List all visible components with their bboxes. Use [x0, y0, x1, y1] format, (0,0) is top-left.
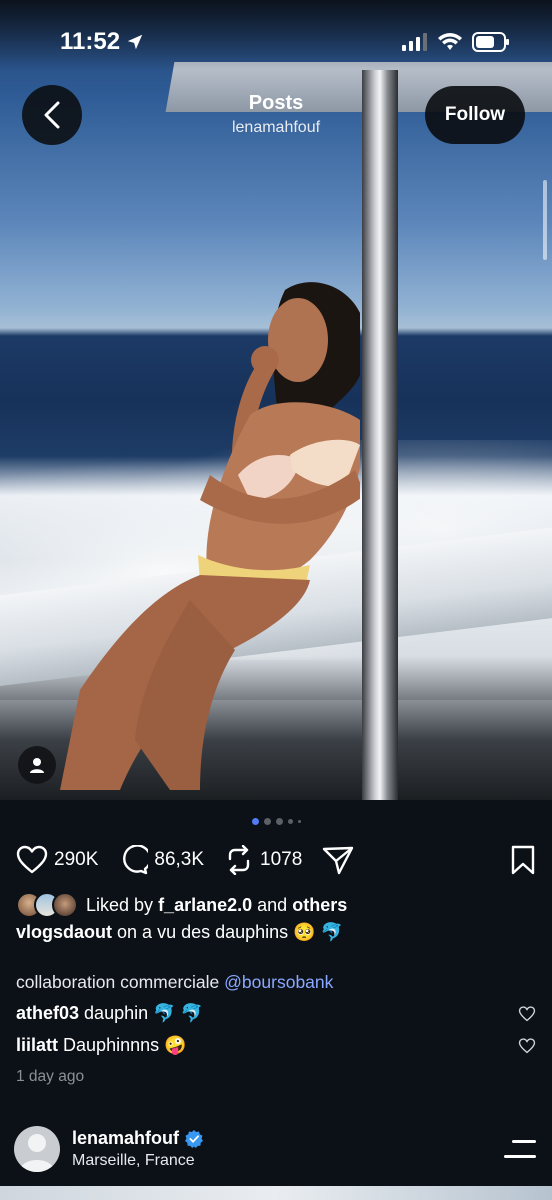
carousel-dots	[0, 818, 552, 825]
caption-username[interactable]: vlogsdaout	[16, 922, 112, 942]
carousel-dot	[287, 819, 293, 824]
liked-by-others[interactable]: others	[292, 895, 347, 916]
comment-username[interactable]: liilatt	[16, 1035, 58, 1056]
collab-text: collaboration commerciale	[16, 972, 220, 992]
carousel-dot	[275, 818, 283, 825]
collab-mention[interactable]: @boursobank	[224, 972, 333, 992]
repost-icon	[228, 845, 250, 875]
caption-text: on a vu des dauphins 🥺 🐬	[117, 922, 343, 942]
liked-by-row[interactable]: Liked by f_arlane2.0 and others	[16, 892, 347, 918]
signal-icon	[402, 33, 427, 51]
scroll-indicator[interactable]	[543, 180, 547, 260]
comment-row: athef03 dauphin 🐬 🐬	[16, 1003, 536, 1024]
carousel-dot	[297, 820, 301, 823]
comment-text: dauphin 🐬 🐬	[84, 1003, 203, 1023]
bookmark-icon	[511, 845, 535, 875]
post-screen: 11:52 Posts lenamahfouf Follow 290K 86,3…	[0, 0, 552, 1200]
more-menu-button[interactable]	[504, 1136, 536, 1162]
like-count[interactable]: 290K	[54, 849, 98, 871]
person-figure	[60, 282, 360, 790]
bookmark-action[interactable]	[510, 845, 536, 875]
status-icons	[402, 32, 510, 52]
avatar	[52, 892, 78, 918]
liked-by-and: and	[257, 894, 288, 915]
menu-line	[512, 1140, 536, 1143]
status-time: 11:52	[60, 28, 144, 56]
author-bar: lenamahfouf Marseille, France	[0, 1108, 552, 1200]
next-post-preview	[0, 1186, 552, 1200]
comment-like-icon[interactable]	[518, 1005, 536, 1022]
clock-text: 11:52	[60, 28, 121, 55]
verified-badge-icon	[185, 1129, 204, 1148]
default-avatar-icon	[19, 1134, 55, 1172]
repost-count[interactable]: 1078	[260, 849, 302, 871]
comment-text: Dauphinnns 🤪	[63, 1035, 187, 1055]
paid-partnership: collaboration commerciale @boursobank	[16, 972, 333, 993]
post-caption: vlogsdaout on a vu des dauphins 🥺 🐬	[16, 922, 343, 943]
share-action[interactable]	[322, 845, 354, 875]
boat-pole	[362, 70, 398, 800]
comment-action[interactable]: 86,3K	[118, 845, 204, 875]
comment-row: liilatt Dauphinnns 🤪	[16, 1035, 536, 1056]
avatar[interactable]	[14, 1126, 60, 1172]
person-icon	[30, 758, 44, 773]
comment-username[interactable]: athef03	[16, 1003, 79, 1024]
post-actions: 290K 86,3K 1078	[16, 842, 536, 878]
share-icon	[323, 846, 354, 875]
liker-avatars	[16, 892, 78, 918]
location-arrow-icon	[127, 34, 143, 50]
carousel-dot	[263, 818, 271, 825]
post-timestamp: 1 day ago	[16, 1068, 85, 1085]
comment-icon	[123, 845, 149, 875]
like-action[interactable]: 290K	[16, 845, 98, 875]
author-name[interactable]: lenamahfouf	[72, 1128, 179, 1149]
tagged-users-button[interactable]	[18, 746, 56, 784]
menu-line	[504, 1155, 536, 1158]
status-bar: 11:52	[0, 0, 552, 70]
carousel-dot-active	[251, 818, 259, 825]
author-name-row[interactable]: lenamahfouf	[72, 1128, 204, 1149]
battery-icon	[472, 32, 509, 52]
repost-action[interactable]: 1078	[224, 845, 302, 875]
comment-like-icon[interactable]	[518, 1037, 536, 1054]
author-location[interactable]: Marseille, France	[72, 1152, 195, 1170]
follow-button[interactable]: Follow	[425, 86, 525, 144]
comment-count[interactable]: 86,3K	[154, 849, 204, 871]
liked-by-user[interactable]: f_arlane2.0	[158, 895, 252, 916]
heart-icon	[16, 845, 48, 874]
wifi-icon	[438, 33, 462, 50]
liked-by-prefix: Liked by	[86, 894, 154, 915]
